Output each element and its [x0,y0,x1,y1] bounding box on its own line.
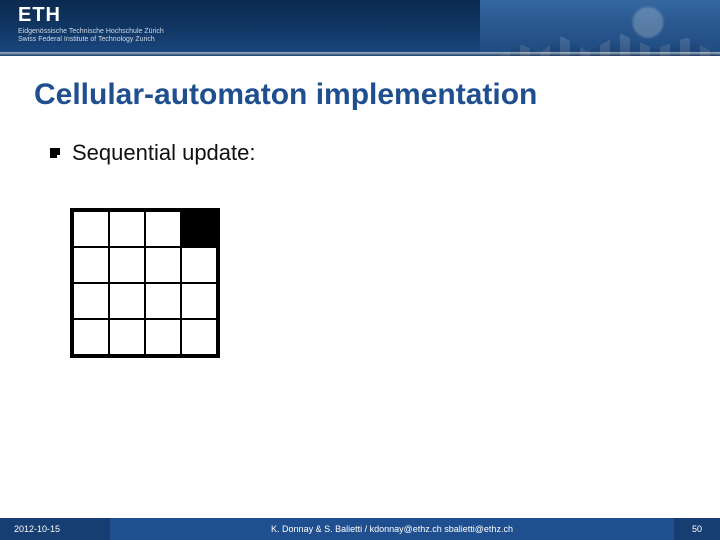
slide-body: Sequential update: [0,120,720,358]
grid-cell [145,247,181,283]
grid-cell [109,283,145,319]
footer-date: 2012-10-15 [0,518,110,540]
grid-cell [181,247,217,283]
footer-credits: K. Donnay & S. Balietti / kdonnay@ethz.c… [110,518,674,540]
footer-page: 50 [674,518,720,540]
bullet-text: Sequential update: [72,140,256,166]
slide: ETH Eidgenössische Technische Hochschule… [0,0,720,540]
header-photo [480,0,720,56]
grid-cell [145,319,181,355]
automaton-grid-wrap [70,208,670,358]
grid-cell [109,211,145,247]
grid-cell [145,211,181,247]
header-divider [0,52,720,56]
eth-subline: Eidgenössische Technische Hochschule Zür… [18,28,164,45]
grid-cell [73,319,109,355]
header-band: ETH Eidgenössische Technische Hochschule… [0,0,720,56]
slide-title: Cellular-automaton implementation [0,56,720,120]
grid-cell [181,319,217,355]
footer: 2012-10-15 K. Donnay & S. Balietti / kdo… [0,518,720,540]
grid-cell [73,283,109,319]
automaton-grid [70,208,220,358]
grid-cell-active [181,211,217,247]
grid-cell [73,247,109,283]
eth-logo: ETH [18,4,61,27]
grid-cell [109,319,145,355]
grid-cell [181,283,217,319]
grid-cell [73,211,109,247]
bullet-icon [50,148,60,158]
grid-cell [109,247,145,283]
bullet-item: Sequential update: [50,140,670,166]
grid-cell [145,283,181,319]
